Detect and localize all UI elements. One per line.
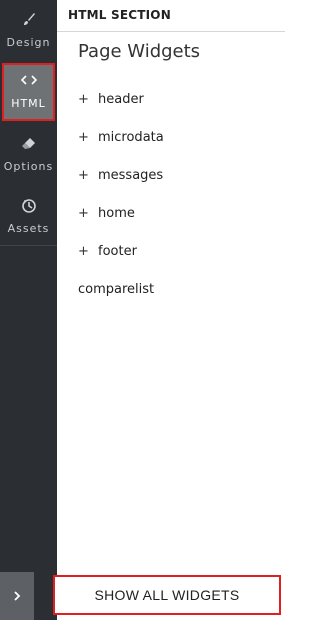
sidebar-item-options[interactable]: Options <box>0 126 57 186</box>
sidebar-item-label: Assets <box>7 222 50 235</box>
widget-label: home <box>98 205 135 221</box>
list-item[interactable]: + footer <box>78 232 278 270</box>
sidebar-item-design[interactable]: Design <box>0 2 57 62</box>
paintbrush-icon <box>0 12 57 28</box>
list-item[interactable]: + microdata <box>78 118 278 156</box>
section-header: HTML SECTION <box>68 8 171 22</box>
list-item[interactable]: + messages <box>78 156 278 194</box>
list-item[interactable]: + home <box>78 194 278 232</box>
widgets-panel: HTML SECTION Page Widgets + header + mic… <box>53 0 285 620</box>
assets-icon <box>0 198 57 214</box>
expand-icon[interactable]: + <box>78 206 98 221</box>
sidebar-item-label: Options <box>3 160 54 173</box>
widget-label: messages <box>98 167 164 183</box>
list-item[interactable]: comparelist <box>78 270 278 308</box>
page-title: Page Widgets <box>78 41 201 62</box>
eraser-icon <box>0 136 57 152</box>
widget-label: comparelist <box>78 281 155 297</box>
sidebar-item-html[interactable]: HTML <box>2 63 55 121</box>
sidebar-item-label: Design <box>6 36 51 49</box>
list-item[interactable]: + header <box>78 80 278 118</box>
sidebar-toggle-button[interactable] <box>0 572 34 620</box>
expand-icon[interactable]: + <box>78 130 98 145</box>
expand-icon[interactable]: + <box>78 92 98 107</box>
sidebar-item-assets[interactable]: Assets <box>0 188 57 248</box>
expand-icon[interactable]: + <box>78 168 98 183</box>
chevron-right-icon <box>12 587 22 606</box>
sidebar-item-label: HTML <box>11 97 46 110</box>
sidebar-divider <box>0 245 57 246</box>
widget-label: footer <box>98 243 137 259</box>
show-all-widgets-button[interactable]: SHOW ALL WIDGETS <box>53 575 281 615</box>
widget-label: header <box>98 91 144 107</box>
header-divider <box>57 31 285 32</box>
sidebar: Design HTML Options Assets <box>0 0 57 620</box>
widget-label: microdata <box>98 129 164 145</box>
expand-icon[interactable]: + <box>78 244 98 259</box>
widget-list: + header + microdata + messages + home +… <box>78 80 278 308</box>
code-icon <box>4 73 53 89</box>
